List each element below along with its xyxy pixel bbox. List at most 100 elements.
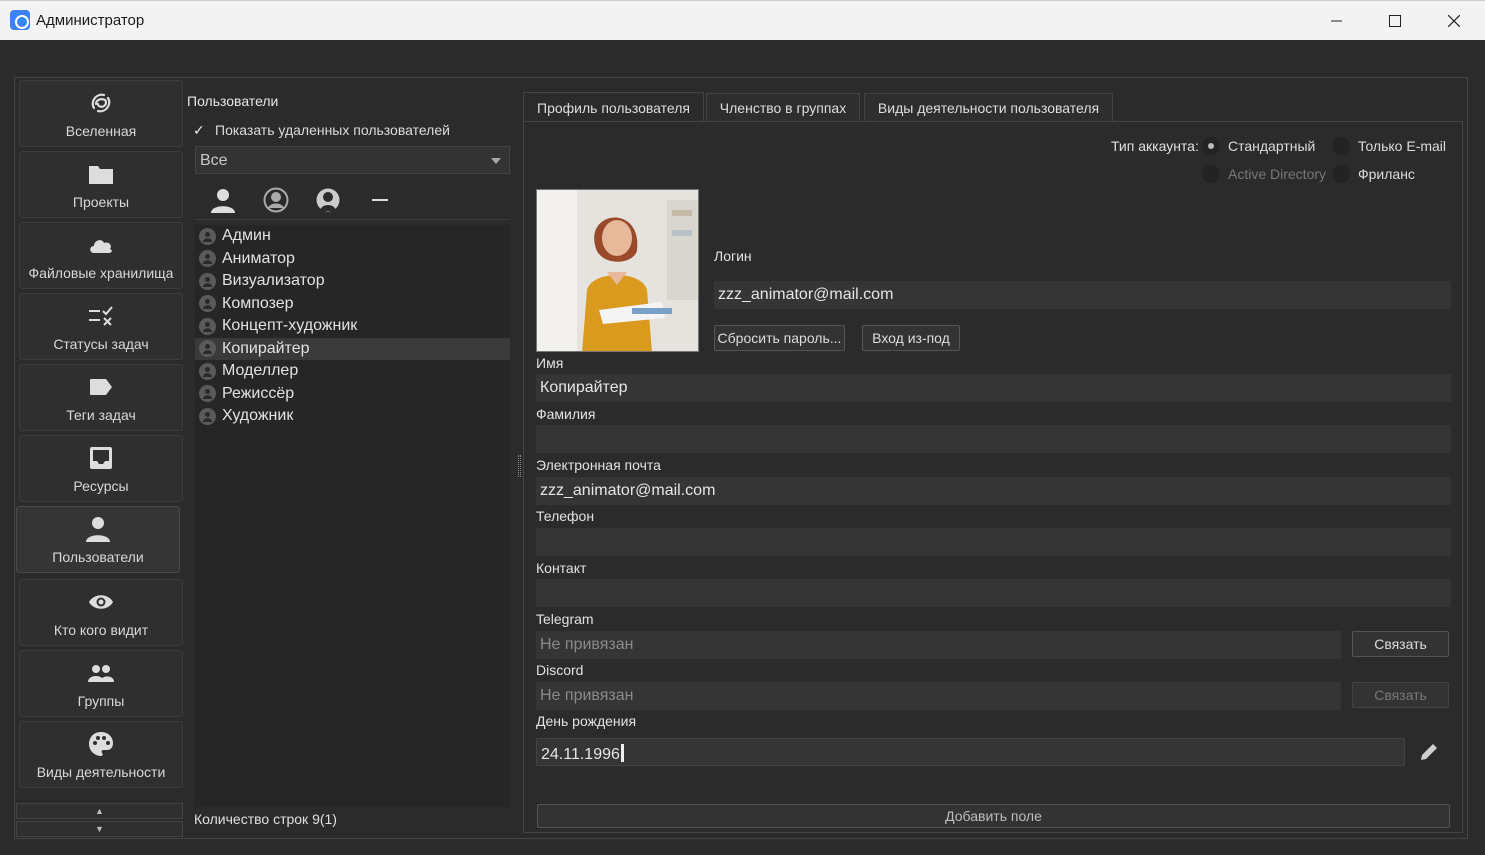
text-cursor — [620, 744, 624, 762]
sidebar-item-label: Теги задач — [66, 406, 136, 423]
sidebar-item-users[interactable]: Пользователи — [16, 506, 180, 573]
email-label: Электронная почта — [536, 457, 661, 473]
inbox-icon — [87, 444, 115, 472]
add-user-button[interactable] — [203, 184, 243, 216]
login-field[interactable]: zzz_animator@mail.com — [714, 281, 1451, 309]
first-name-label: Имя — [536, 355, 564, 371]
sidebar-item-file-storages[interactable]: Файловые хранилища — [19, 222, 183, 289]
telegram-field: Не привязан — [536, 631, 1341, 659]
user-badge-icon — [316, 188, 340, 212]
user-name: Копирайтер — [222, 339, 310, 357]
edit-birthday-button[interactable] — [1417, 740, 1441, 764]
user-avatar-icon — [199, 295, 216, 313]
user-list-item[interactable]: Копирайтер — [195, 337, 510, 360]
account-type-freelance-label: Фриланс — [1358, 166, 1415, 182]
user-list-item[interactable]: Визуализатор — [195, 270, 510, 293]
group-icon — [87, 659, 115, 687]
user-avatar-icon — [199, 385, 216, 403]
sidebar-item-label: Вселенная — [65, 122, 137, 139]
close-button[interactable] — [1425, 1, 1483, 41]
account-type-active-directory-label: Active Directory — [1228, 166, 1327, 182]
user-list-item[interactable]: Админ — [195, 225, 510, 248]
chevron-up-icon: ▲ — [95, 806, 104, 816]
cloud-icon — [87, 231, 115, 259]
account-type-standard-label: Стандартный — [1228, 138, 1316, 154]
user-list-item[interactable]: Аниматор — [195, 248, 510, 271]
remove-user-button[interactable] — [361, 184, 401, 216]
user-list-item[interactable]: Концепт-художник — [195, 315, 510, 338]
window-title: Администратор — [36, 12, 145, 29]
user-filter-select[interactable]: Все — [195, 146, 510, 174]
sidebar-item-groups[interactable]: Группы — [19, 650, 183, 717]
close-icon — [1448, 15, 1460, 27]
user-name: Режиссёр — [222, 384, 295, 402]
contact-field[interactable] — [536, 579, 1451, 607]
minimize-icon — [1331, 20, 1342, 22]
user-avatar-icon — [199, 250, 216, 268]
phone-field[interactable] — [536, 528, 1451, 556]
radio-dot — [1332, 165, 1350, 183]
add-field-button[interactable]: Добавить поле — [537, 804, 1450, 828]
telegram-label: Telegram — [536, 611, 594, 627]
radio-dot — [1202, 137, 1220, 155]
sidebar-item-task-tags[interactable]: Теги задач — [19, 364, 183, 431]
panel-splitter-handle[interactable] — [518, 455, 521, 477]
user-list: Админ Аниматор Визуализатор Композер Концепт… — [195, 225, 510, 807]
tab-user-activities[interactable]: Виды деятельности пользователя — [864, 93, 1113, 122]
sidebar-scroll-down-button[interactable]: ▼ — [16, 821, 183, 837]
minimize-button[interactable] — [1308, 1, 1366, 41]
sidebar-item-label: Файловые хранилища — [28, 264, 174, 281]
user-avatar-icon — [199, 407, 216, 425]
first-name-field[interactable]: Копирайтер — [536, 374, 1451, 402]
sidebar-item-label: Группы — [77, 692, 125, 709]
user-name: Визуализатор — [222, 272, 325, 290]
last-name-field[interactable] — [536, 425, 1451, 453]
tab-user-profile[interactable]: Профиль пользователя — [523, 92, 704, 123]
chevron-down-icon — [491, 158, 501, 164]
maximize-button[interactable] — [1366, 1, 1424, 41]
phone-label: Телефон — [536, 508, 595, 524]
sidebar-scroll-up-button[interactable]: ▲ — [16, 803, 183, 819]
birthday-field[interactable]: 24.11.1996 — [536, 738, 1405, 766]
rows-count: Количество строк 9(1) — [194, 811, 337, 827]
account-type-email-only-radio[interactable]: Только E-mail — [1332, 137, 1446, 155]
user-photo-image — [537, 190, 698, 351]
user-badge-button[interactable] — [308, 184, 348, 216]
tab-group-membership[interactable]: Членство в группах — [706, 93, 860, 122]
discord-field: Не привязан — [536, 682, 1341, 710]
user-photo[interactable] — [536, 189, 699, 352]
birthday-label: День рождения — [536, 713, 637, 729]
app-logo-icon — [10, 10, 30, 30]
sidebar-item-projects[interactable]: Проекты — [19, 151, 183, 218]
user-name: Художник — [222, 407, 294, 425]
email-field[interactable]: zzz_animator@mail.com — [536, 477, 1451, 505]
user-list-item[interactable]: Режиссёр — [195, 383, 510, 406]
discord-link-button: Связать — [1352, 682, 1449, 708]
tag-icon — [87, 373, 115, 401]
task-status-icon — [87, 302, 115, 330]
sidebar-item-label: Ресурсы — [73, 477, 129, 494]
account-type-freelance-radio[interactable]: Фриланс — [1332, 165, 1415, 183]
sidebar-item-resources[interactable]: Ресурсы — [19, 435, 183, 502]
add-user-icon — [211, 189, 235, 213]
sidebar-item-activities[interactable]: Виды деятельности — [19, 721, 183, 788]
reset-password-button[interactable]: Сбросить пароль... — [714, 325, 845, 351]
sidebar-item-who-sees-whom[interactable]: Кто кого видит — [19, 579, 183, 646]
sidebar-item-universe[interactable]: Вселенная — [19, 80, 183, 147]
user-list-item[interactable]: Композер — [195, 293, 510, 316]
universe-icon — [87, 89, 115, 117]
user-name: Аниматор — [222, 249, 295, 267]
user-avatar-icon — [199, 362, 216, 380]
user-list-item[interactable]: Моделлер — [195, 360, 510, 383]
last-name-label: Фамилия — [536, 406, 596, 422]
user-circle-button[interactable] — [256, 184, 296, 216]
show-deleted-checkbox[interactable]: ✓ Показать удаленных пользователей — [193, 116, 515, 144]
account-type-standard-radio[interactable]: Стандартный — [1202, 137, 1315, 155]
login-as-button[interactable]: Вход из-под — [862, 325, 960, 351]
telegram-link-button[interactable]: Связать — [1352, 631, 1449, 657]
users-panel-title: Пользователи — [187, 93, 279, 109]
user-list-item[interactable]: Художник — [195, 405, 510, 428]
discord-label: Discord — [536, 662, 584, 678]
sidebar-item-task-statuses[interactable]: Статусы задач — [19, 293, 183, 360]
chevron-down-icon: ▼ — [95, 824, 104, 834]
